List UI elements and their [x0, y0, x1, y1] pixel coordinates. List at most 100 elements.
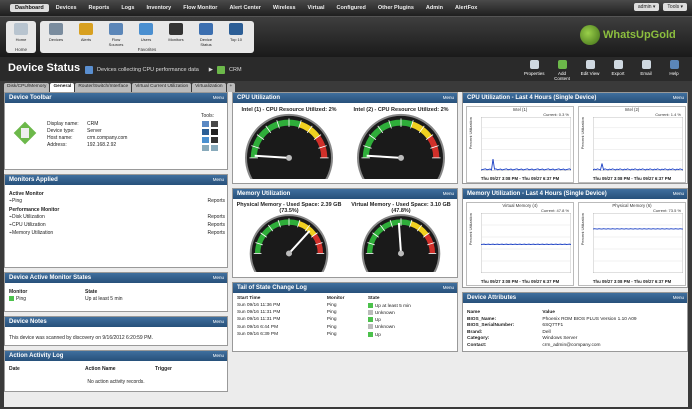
memory-line-plot — [593, 213, 683, 273]
edit-view-icon — [585, 60, 595, 69]
nav-item-other-plugins[interactable]: Other Plugins — [373, 4, 419, 12]
tools-menu[interactable]: Tools ▾ — [663, 3, 687, 11]
add-content-icon — [557, 60, 567, 69]
ping-status-icon — [9, 296, 14, 302]
menu-button[interactable]: Menu — [443, 191, 454, 196]
menu-button[interactable]: Menu — [443, 285, 454, 290]
cpu-gauge-1 — [245, 113, 333, 202]
monitor-item: ⌁CPU Utilization Reports — [9, 221, 225, 229]
tool-icon[interactable] — [211, 121, 218, 127]
device-group-breadcrumb[interactable]: Devices collecting CPU performance data ▶… — [85, 66, 242, 74]
nav-item-alertfox[interactable]: AlertFox — [450, 4, 482, 12]
tab-5[interactable]: + — [226, 83, 236, 92]
home-icon — [14, 23, 28, 35]
menu-button[interactable]: Menu — [443, 95, 454, 100]
export-button[interactable]: Export — [608, 60, 628, 81]
device-toolbar-panel: Device Toolbar Menu Display name: CRM Devic… — [4, 92, 228, 170]
favorite-device-status-button[interactable]: Device Status — [194, 23, 218, 47]
device-status-icon — [199, 23, 213, 35]
menu-button[interactable]: Menu — [673, 295, 684, 300]
state-icon — [367, 302, 373, 308]
menu-button[interactable]: Menu — [213, 275, 224, 280]
favorite-users-button[interactable]: Users — [134, 23, 158, 42]
nav-item-dashboard[interactable]: Dashboard — [10, 4, 49, 12]
table-row: Sun 09/16 6:39 PM Ping Up — [237, 331, 381, 338]
cpu-utilization-panel: CPU Utilization Menu Intel (1) - CPU Reso… — [232, 92, 458, 202]
email-button[interactable]: Email — [636, 60, 656, 81]
menu-button[interactable]: Menu — [673, 95, 684, 100]
cpu-4h-panel: CPU Utilization - Last 4 Hours (Single D… — [462, 92, 688, 184]
memory-line-plot — [481, 213, 571, 273]
tab-3[interactable]: Virtual Current Utilization — [132, 83, 192, 92]
cpu-gauge-2 — [357, 113, 445, 202]
nav-item-wireless[interactable]: Wireless — [268, 4, 301, 12]
home-button[interactable]: Home — [9, 23, 33, 42]
monitor-item: ⌁Memory Utilization Reports — [9, 229, 225, 237]
menu-button[interactable]: Menu — [673, 191, 684, 196]
nav-item-admin[interactable]: Admin — [421, 4, 448, 12]
flow-sources-icon — [109, 23, 123, 35]
favorite-devices-button[interactable]: Devices — [44, 23, 68, 42]
edit-view-button[interactable]: Edit View — [580, 60, 600, 81]
favorite-alerts-button[interactable]: Alerts — [74, 23, 98, 42]
device-info-row: Address: 192.168.2.92 — [47, 142, 117, 148]
menu-button[interactable]: Menu — [213, 319, 224, 324]
favorite-monitors-button[interactable]: Monitors — [164, 23, 188, 42]
tab-1[interactable]: General — [50, 83, 75, 92]
nav-item-inventory[interactable]: Inventory — [141, 4, 176, 12]
state-icon — [367, 331, 373, 337]
memory-4h-chart-2: Physical Memory (6) Current: 73.5 % Perce… — [578, 202, 686, 286]
nav-item-reports[interactable]: Reports — [84, 4, 115, 12]
tab-2[interactable]: Router/Switch/Interface — [75, 83, 132, 92]
tool-icon[interactable] — [202, 145, 209, 151]
tool-icon[interactable] — [202, 129, 209, 135]
table-row: Contact: crm_admin@company.com — [467, 342, 601, 348]
user-menu[interactable]: admin ▾ — [633, 3, 660, 11]
state-icon — [367, 309, 373, 315]
add-content-button[interactable]: Add Content — [552, 60, 572, 81]
tool-icon[interactable] — [211, 145, 218, 151]
tool-icon[interactable] — [202, 121, 209, 127]
nav-item-alert-center[interactable]: Alert Center — [224, 4, 265, 12]
home-group: Home Home — [6, 21, 36, 53]
nav-item-configured[interactable]: Configured — [332, 4, 371, 12]
tool-icon[interactable] — [211, 129, 218, 135]
monitors-applied-panel: Monitors Applied Menu Active Monitor ⌁Ping… — [4, 174, 228, 268]
tool-icon[interactable] — [211, 137, 218, 143]
monitor-item: ⌁Ping Reports — [9, 197, 225, 205]
export-icon — [613, 60, 623, 69]
device-info-row: Host name: crm.company.com — [47, 135, 128, 141]
globe-icon — [580, 25, 600, 45]
nav-item-virtual[interactable]: Virtual — [303, 4, 330, 12]
plot-area — [481, 117, 571, 171]
nav-item-logs[interactable]: Logs — [116, 4, 139, 12]
menu-button[interactable]: Menu — [213, 177, 224, 182]
menu-button[interactable]: Menu — [213, 95, 224, 100]
properties-button[interactable]: Properties — [524, 60, 545, 81]
menu-button[interactable]: Menu — [213, 353, 224, 358]
table-row: Sun 09/16 11:31 PM Ping Unknown — [237, 309, 395, 316]
dashboard-content: Device Toolbar Menu Display name: CRM Devic… — [4, 92, 688, 407]
favorite-flow-sources-button[interactable]: Flow Sources — [104, 23, 128, 47]
tool-icon[interactable] — [202, 137, 209, 143]
email-icon — [641, 60, 651, 69]
tab-4[interactable]: Virtualization — [192, 83, 226, 92]
nav-item-devices[interactable]: Devices — [51, 4, 82, 12]
table-row: Sun 09/16 11:36 PM Ping Up at least 5 min — [237, 302, 411, 309]
help-icon — [669, 60, 679, 69]
arrow-icon: ▶ — [208, 67, 214, 73]
reports-link[interactable]: Reports — [207, 229, 225, 237]
users-icon — [139, 23, 153, 35]
nav-item-flow-monitor[interactable]: Flow Monitor — [178, 4, 222, 12]
cpu-line-plot — [593, 117, 683, 171]
memory-gauge-2 — [361, 214, 441, 293]
reports-link[interactable]: Reports — [207, 197, 225, 205]
device-info-row: Device type: Server — [47, 128, 102, 134]
reports-link[interactable]: Reports — [207, 221, 225, 229]
plot-area — [593, 213, 683, 273]
favorite-top-10-button[interactable]: Top 10 — [224, 23, 248, 42]
gauge-hub — [398, 154, 404, 161]
tab-0[interactable]: Disk/CPU/Memory — [4, 83, 50, 92]
reports-link[interactable]: Reports — [207, 213, 225, 221]
help-button[interactable]: Help — [664, 60, 684, 81]
